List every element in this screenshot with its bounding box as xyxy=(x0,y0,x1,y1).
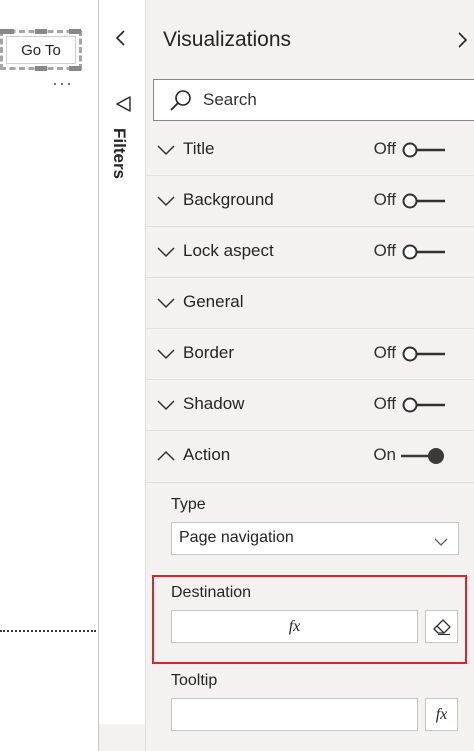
destination-fx-input[interactable]: fx xyxy=(171,610,418,643)
clear-destination-button[interactable] xyxy=(425,610,458,643)
chevron-up-icon xyxy=(156,449,176,463)
page-boundary-line xyxy=(0,630,96,632)
destination-label: Destination xyxy=(171,584,252,601)
toggle-switch-off[interactable] xyxy=(401,345,445,363)
search-input[interactable]: Search xyxy=(153,79,474,121)
toggle-switch-off[interactable] xyxy=(401,243,445,261)
chevron-down-icon xyxy=(156,296,176,310)
chevron-down-icon xyxy=(156,398,176,412)
chevron-down-icon xyxy=(156,347,176,361)
chevron-down-icon xyxy=(156,143,176,157)
tooltip-label: Tooltip xyxy=(171,672,218,689)
section-background[interactable]: Background Off xyxy=(146,176,474,227)
chevron-right-icon[interactable] xyxy=(454,28,470,52)
toggle-state-text: Off xyxy=(373,190,396,209)
toggle-state-text: On xyxy=(373,445,396,464)
filters-pane-collapsed[interactable]: Filters xyxy=(99,0,145,724)
more-options-icon[interactable]: ··· xyxy=(52,74,73,92)
section-label: Border xyxy=(183,343,235,362)
fx-icon: fx xyxy=(288,617,301,635)
type-label: Type xyxy=(171,496,206,513)
section-action[interactable]: Action On xyxy=(146,431,474,482)
tooltip-input[interactable] xyxy=(171,698,418,731)
type-dropdown[interactable]: Page navigation xyxy=(171,522,459,555)
section-general[interactable]: General xyxy=(146,278,474,329)
toggle-state-text: Off xyxy=(373,139,396,158)
toggle-switch-off[interactable] xyxy=(401,141,445,159)
toggle-state-text: Off xyxy=(373,394,396,413)
visualizations-pane: Visualizations Search Title Off Backgrou… xyxy=(145,0,474,751)
search-placeholder: Search xyxy=(203,90,257,109)
toggle-switch-on[interactable] xyxy=(401,447,445,465)
section-label: General xyxy=(183,292,244,311)
pane-title: Visualizations xyxy=(163,28,292,51)
section-title[interactable]: Title Off xyxy=(146,125,474,176)
resize-handle[interactable] xyxy=(0,29,14,34)
fx-icon: fx xyxy=(435,705,448,723)
section-label: Lock aspect xyxy=(183,241,274,260)
eraser-icon xyxy=(432,618,451,635)
toggle-switch-off[interactable] xyxy=(401,192,445,210)
search-icon xyxy=(168,88,194,114)
section-border[interactable]: Border Off xyxy=(146,329,474,380)
funnel-icon xyxy=(113,94,133,114)
chevron-down-icon xyxy=(434,534,448,546)
toggle-state-text: Off xyxy=(373,343,396,362)
goto-button[interactable]: Go To xyxy=(6,36,76,64)
chevron-left-icon[interactable] xyxy=(111,26,131,50)
chevron-down-icon xyxy=(156,194,176,208)
resize-handle[interactable] xyxy=(35,29,47,34)
section-label: Shadow xyxy=(183,394,245,413)
chevron-down-icon xyxy=(156,245,176,259)
tooltip-fx-button[interactable]: fx xyxy=(425,698,458,731)
section-label: Title xyxy=(183,139,215,158)
type-dropdown-value: Page navigation xyxy=(179,529,294,546)
resize-handle[interactable] xyxy=(35,66,47,71)
toggle-state-text: Off xyxy=(373,241,396,260)
canvas-bottom-strip xyxy=(98,724,146,751)
section-lock-aspect[interactable]: Lock aspect Off xyxy=(146,227,474,278)
resize-handle[interactable] xyxy=(69,66,81,71)
filters-label[interactable]: Filters xyxy=(109,128,129,179)
section-divider xyxy=(146,482,474,483)
section-label: Background xyxy=(183,190,274,209)
toggle-switch-off[interactable] xyxy=(401,396,445,414)
goto-button-selection[interactable]: Go To xyxy=(0,29,82,71)
resize-handle[interactable] xyxy=(69,29,81,34)
section-label: Action xyxy=(183,445,231,464)
report-canvas[interactable]: Go To ··· xyxy=(0,0,98,751)
section-shadow[interactable]: Shadow Off xyxy=(146,380,474,431)
